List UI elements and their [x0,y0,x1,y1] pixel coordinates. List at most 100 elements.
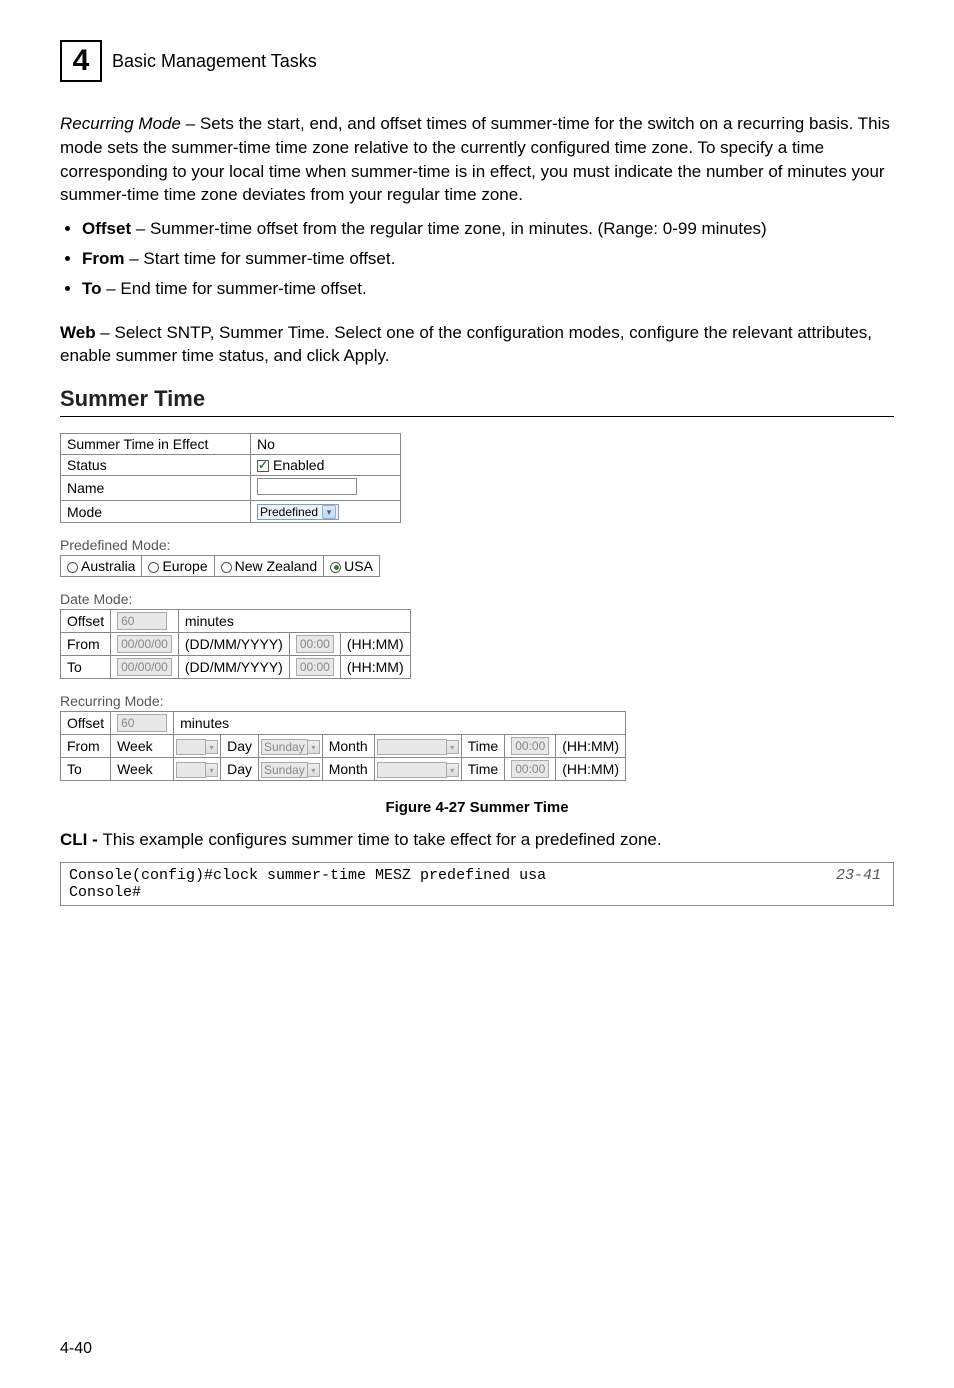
radio-icon [67,562,78,573]
recurring-mode-section-label: Recurring Mode: [60,693,894,709]
heading-rule [60,416,894,417]
time-input[interactable]: 00:00 [296,635,334,653]
desc: – Summer-time offset from the regular ti… [131,219,767,238]
table-row: Summer Time in Effect No [61,434,401,455]
code-reference: 23-41 [836,867,881,884]
desc: – Start time for summer-time offset. [125,249,396,268]
offset-value-cell: 60 [111,610,179,633]
list-item: Offset – Summer-time offset from the reg… [82,217,894,241]
predefined-mode-table: Australia Europe New Zealand USA [60,555,380,577]
date-input[interactable]: 00/00/00 [117,658,172,676]
row-label: To [61,656,111,679]
time-cell: 00:00 [505,758,556,781]
cli-label: CLI - [60,830,103,849]
term: From [82,249,125,268]
region-label: New Zealand [235,558,318,574]
time-input[interactable]: 00:00 [511,760,549,778]
chevron-down-icon: ▾ [322,505,336,519]
row-label: Status [61,455,251,476]
row-label: To [61,758,111,781]
table-row: Name [61,476,401,501]
time-cell: 00:00 [289,633,340,656]
month-select[interactable] [377,762,447,778]
radio-icon [330,562,341,573]
code-line: Console# [69,884,885,901]
term: Offset [82,219,131,238]
desc: – End time for summer-time offset. [102,279,367,298]
table-row: From 00/00/00 (DD/MM/YYYY) 00:00 (HH:MM) [61,633,411,656]
figure-caption: Figure 4-27 Summer Time [60,799,894,816]
offset-input[interactable]: 60 [117,612,167,630]
cli-text: This example configures summer time to t… [103,830,662,849]
table-row: Offset 60 minutes [61,610,411,633]
time-cell: 00:00 [505,735,556,758]
week-select[interactable] [176,739,206,755]
chevron-down-icon: ▾ [446,763,459,777]
region-label: Europe [162,558,207,574]
summer-time-status-table: Summer Time in Effect No Status Enabled … [60,433,401,523]
week-select[interactable] [176,762,206,778]
day-select-cell: Sunday▾ [259,735,323,758]
web-text: – Select SNTP, Summer Time. Select one o… [60,323,872,366]
date-input[interactable]: 00/00/00 [117,635,172,653]
table-row: Mode Predefined ▾ [61,501,401,523]
chevron-down-icon: ▾ [307,763,320,777]
web-instructions: Web – Select SNTP, Summer Time. Select o… [60,321,894,369]
time-label: Time [461,758,505,781]
date-format: (DD/MM/YYYY) [178,656,289,679]
offset-input[interactable]: 60 [117,714,167,732]
day-select-cell: Sunday▾ [259,758,323,781]
region-option[interactable]: New Zealand [214,556,324,577]
offset-unit: minutes [178,610,410,633]
row-label: From [61,735,111,758]
recurring-mode-text: – Sets the start, end, and offset times … [60,114,890,204]
row-label: Mode [61,501,251,523]
mode-select-value: Predefined [260,505,318,519]
row-value: No [251,434,401,455]
date-cell: 00/00/00 [111,633,179,656]
web-label: Web [60,323,96,342]
table-row: Status Enabled [61,455,401,476]
table-row: Offset 60 minutes [61,712,626,735]
chapter-number: 4 [73,44,90,78]
row-label: From [61,633,111,656]
list-item: From – Start time for summer-time offset… [82,247,894,271]
chevron-down-icon: ▾ [446,740,459,754]
month-select[interactable] [377,739,447,755]
table-row: To 00/00/00 (DD/MM/YYYY) 00:00 (HH:MM) [61,656,411,679]
time-format: (HH:MM) [556,758,626,781]
chevron-down-icon: ▾ [307,740,320,754]
recurring-mode-term: Recurring Mode [60,114,181,133]
row-value [251,476,401,501]
region-option[interactable]: Australia [61,556,142,577]
month-label: Month [322,758,374,781]
cli-code-block: Console(config)#clock summer-time MESZ p… [60,862,894,906]
row-value: Enabled [251,455,401,476]
recurring-mode-table: Offset 60 minutes From Week ▾ Day Sunday… [60,711,626,781]
region-option[interactable]: Europe [142,556,214,577]
mode-select[interactable]: Predefined ▾ [257,504,339,520]
time-input[interactable]: 00:00 [511,737,549,755]
row-label: Name [61,476,251,501]
definition-list: Offset – Summer-time offset from the reg… [60,217,894,300]
week-label: Week [111,758,174,781]
list-item: To – End time for summer-time offset. [82,277,894,301]
radio-icon [148,562,159,573]
date-cell: 00/00/00 [111,656,179,679]
day-select[interactable]: Sunday [261,762,308,778]
code-line: Console(config)#clock summer-time MESZ p… [69,867,885,884]
day-label: Day [221,758,259,781]
table-row: To Week ▾ Day Sunday▾ Month ▾ Time 00:00… [61,758,626,781]
chapter-number-icon: 4 [60,40,102,82]
table-row: Australia Europe New Zealand USA [61,556,380,577]
time-input[interactable]: 00:00 [296,658,334,676]
region-label: USA [344,558,373,574]
status-checkbox[interactable] [257,460,269,472]
week-select-cell: ▾ [174,735,221,758]
region-option[interactable]: USA [324,556,380,577]
date-mode-table: Offset 60 minutes From 00/00/00 (DD/MM/Y… [60,609,411,679]
recurring-mode-para: Recurring Mode – Sets the start, end, an… [60,112,894,207]
chevron-down-icon: ▾ [205,763,218,777]
day-select[interactable]: Sunday [261,739,308,755]
name-input[interactable] [257,478,357,495]
